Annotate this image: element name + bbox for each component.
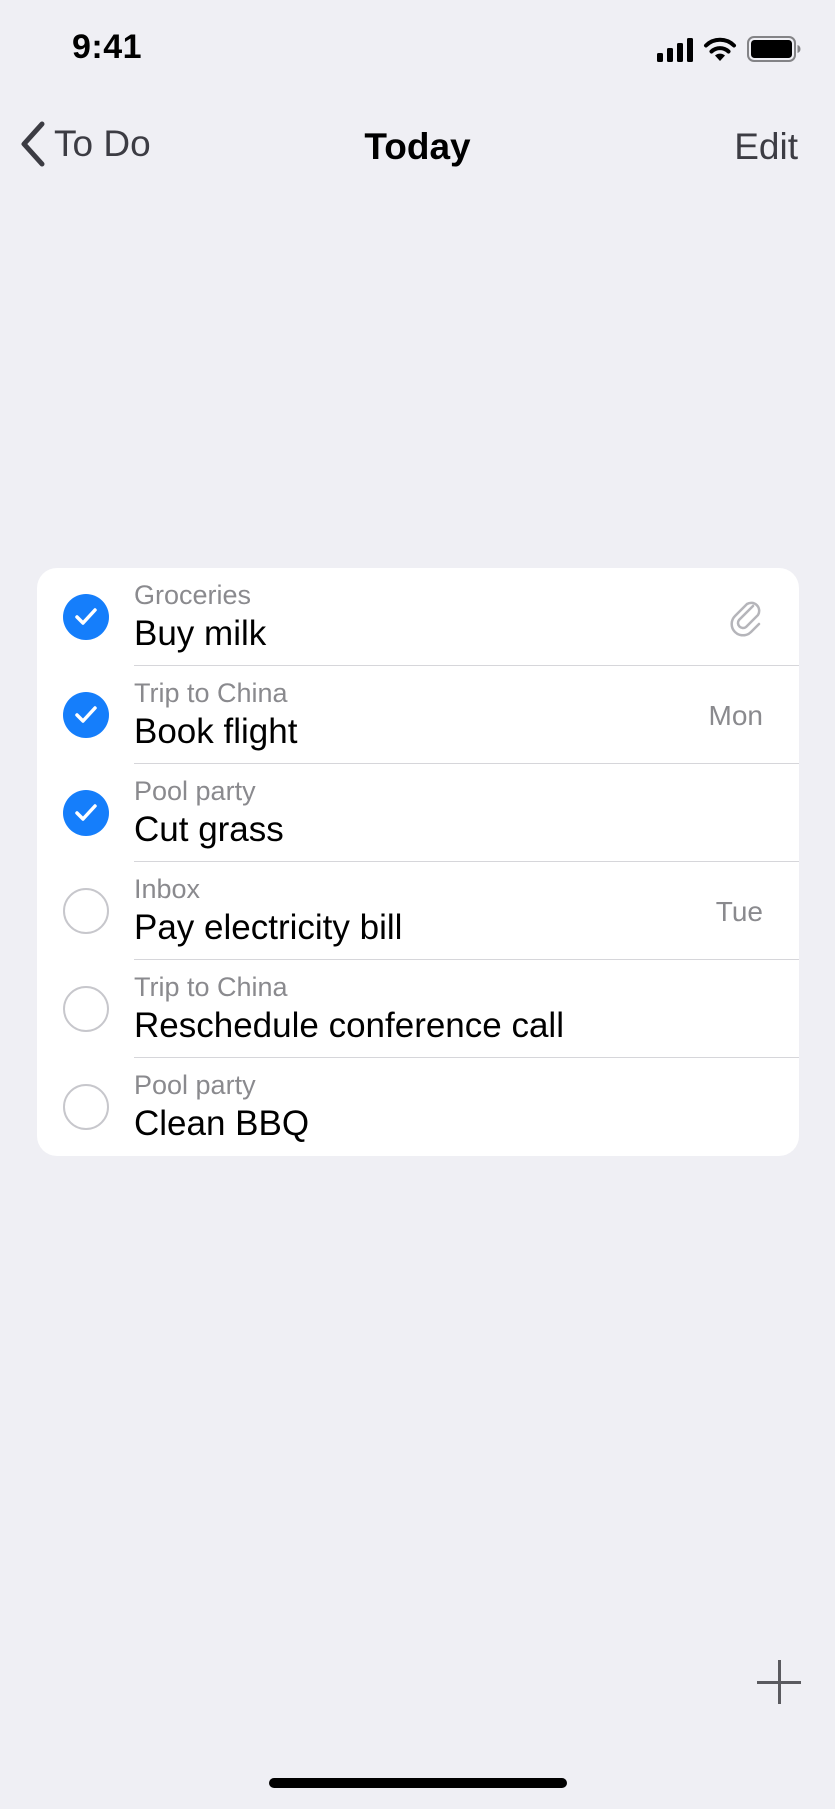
task-row[interactable]: Pool party Clean BBQ	[37, 1058, 799, 1156]
task-list-name: Pool party	[134, 776, 256, 806]
task-list-name: Inbox	[134, 874, 201, 904]
page-title: Today	[364, 126, 471, 167]
checkbox-unchecked[interactable]	[63, 1084, 109, 1130]
task-row[interactable]: Trip to China Book flight Mon	[37, 666, 799, 764]
status-bar: 9:41	[0, 0, 835, 100]
task-title: Pay electricity bill	[134, 908, 403, 947]
task-due-date: Tue	[715, 896, 763, 927]
paperclip-icon	[730, 601, 761, 637]
task-list-name: Groceries	[134, 580, 252, 610]
checkbox-unchecked[interactable]	[63, 986, 109, 1032]
task-list-name: Trip to China	[134, 972, 288, 1002]
checkmark-icon	[75, 706, 97, 723]
task-title: Reschedule conference call	[134, 1006, 564, 1045]
add-task-button[interactable]	[757, 1660, 801, 1704]
task-due-date: Mon	[708, 700, 763, 731]
battery-icon	[747, 36, 801, 62]
task-title: Book flight	[134, 712, 298, 751]
task-row[interactable]: Pool party Cut grass	[37, 764, 799, 862]
task-title: Cut grass	[134, 810, 284, 849]
edit-button[interactable]: Edit	[734, 126, 798, 168]
task-row[interactable]: Inbox Pay electricity bill Tue	[37, 862, 799, 960]
wifi-icon	[704, 37, 736, 61]
task-title: Buy milk	[134, 614, 267, 653]
status-time: 9:41	[72, 28, 143, 66]
task-title: Clean BBQ	[134, 1104, 310, 1143]
task-list-name: Trip to China	[134, 678, 288, 708]
checkmark-icon	[75, 608, 97, 625]
signal-icon	[657, 36, 693, 62]
checkbox-checked[interactable]	[63, 790, 109, 836]
task-row[interactable]: Trip to China Reschedule conference call	[37, 960, 799, 1058]
home-indicator	[269, 1778, 567, 1788]
checkbox-checked[interactable]	[63, 594, 109, 640]
task-list: Groceries Buy milk Trip to China Book fl…	[37, 568, 799, 1156]
navigation-bar: To Do Today Edit	[0, 110, 835, 186]
checkbox-unchecked[interactable]	[63, 888, 109, 934]
status-icons	[657, 36, 801, 62]
task-row[interactable]: Groceries Buy milk	[37, 568, 799, 666]
task-list-name: Pool party	[134, 1070, 256, 1100]
checkbox-checked[interactable]	[63, 692, 109, 738]
checkmark-icon	[75, 804, 97, 821]
